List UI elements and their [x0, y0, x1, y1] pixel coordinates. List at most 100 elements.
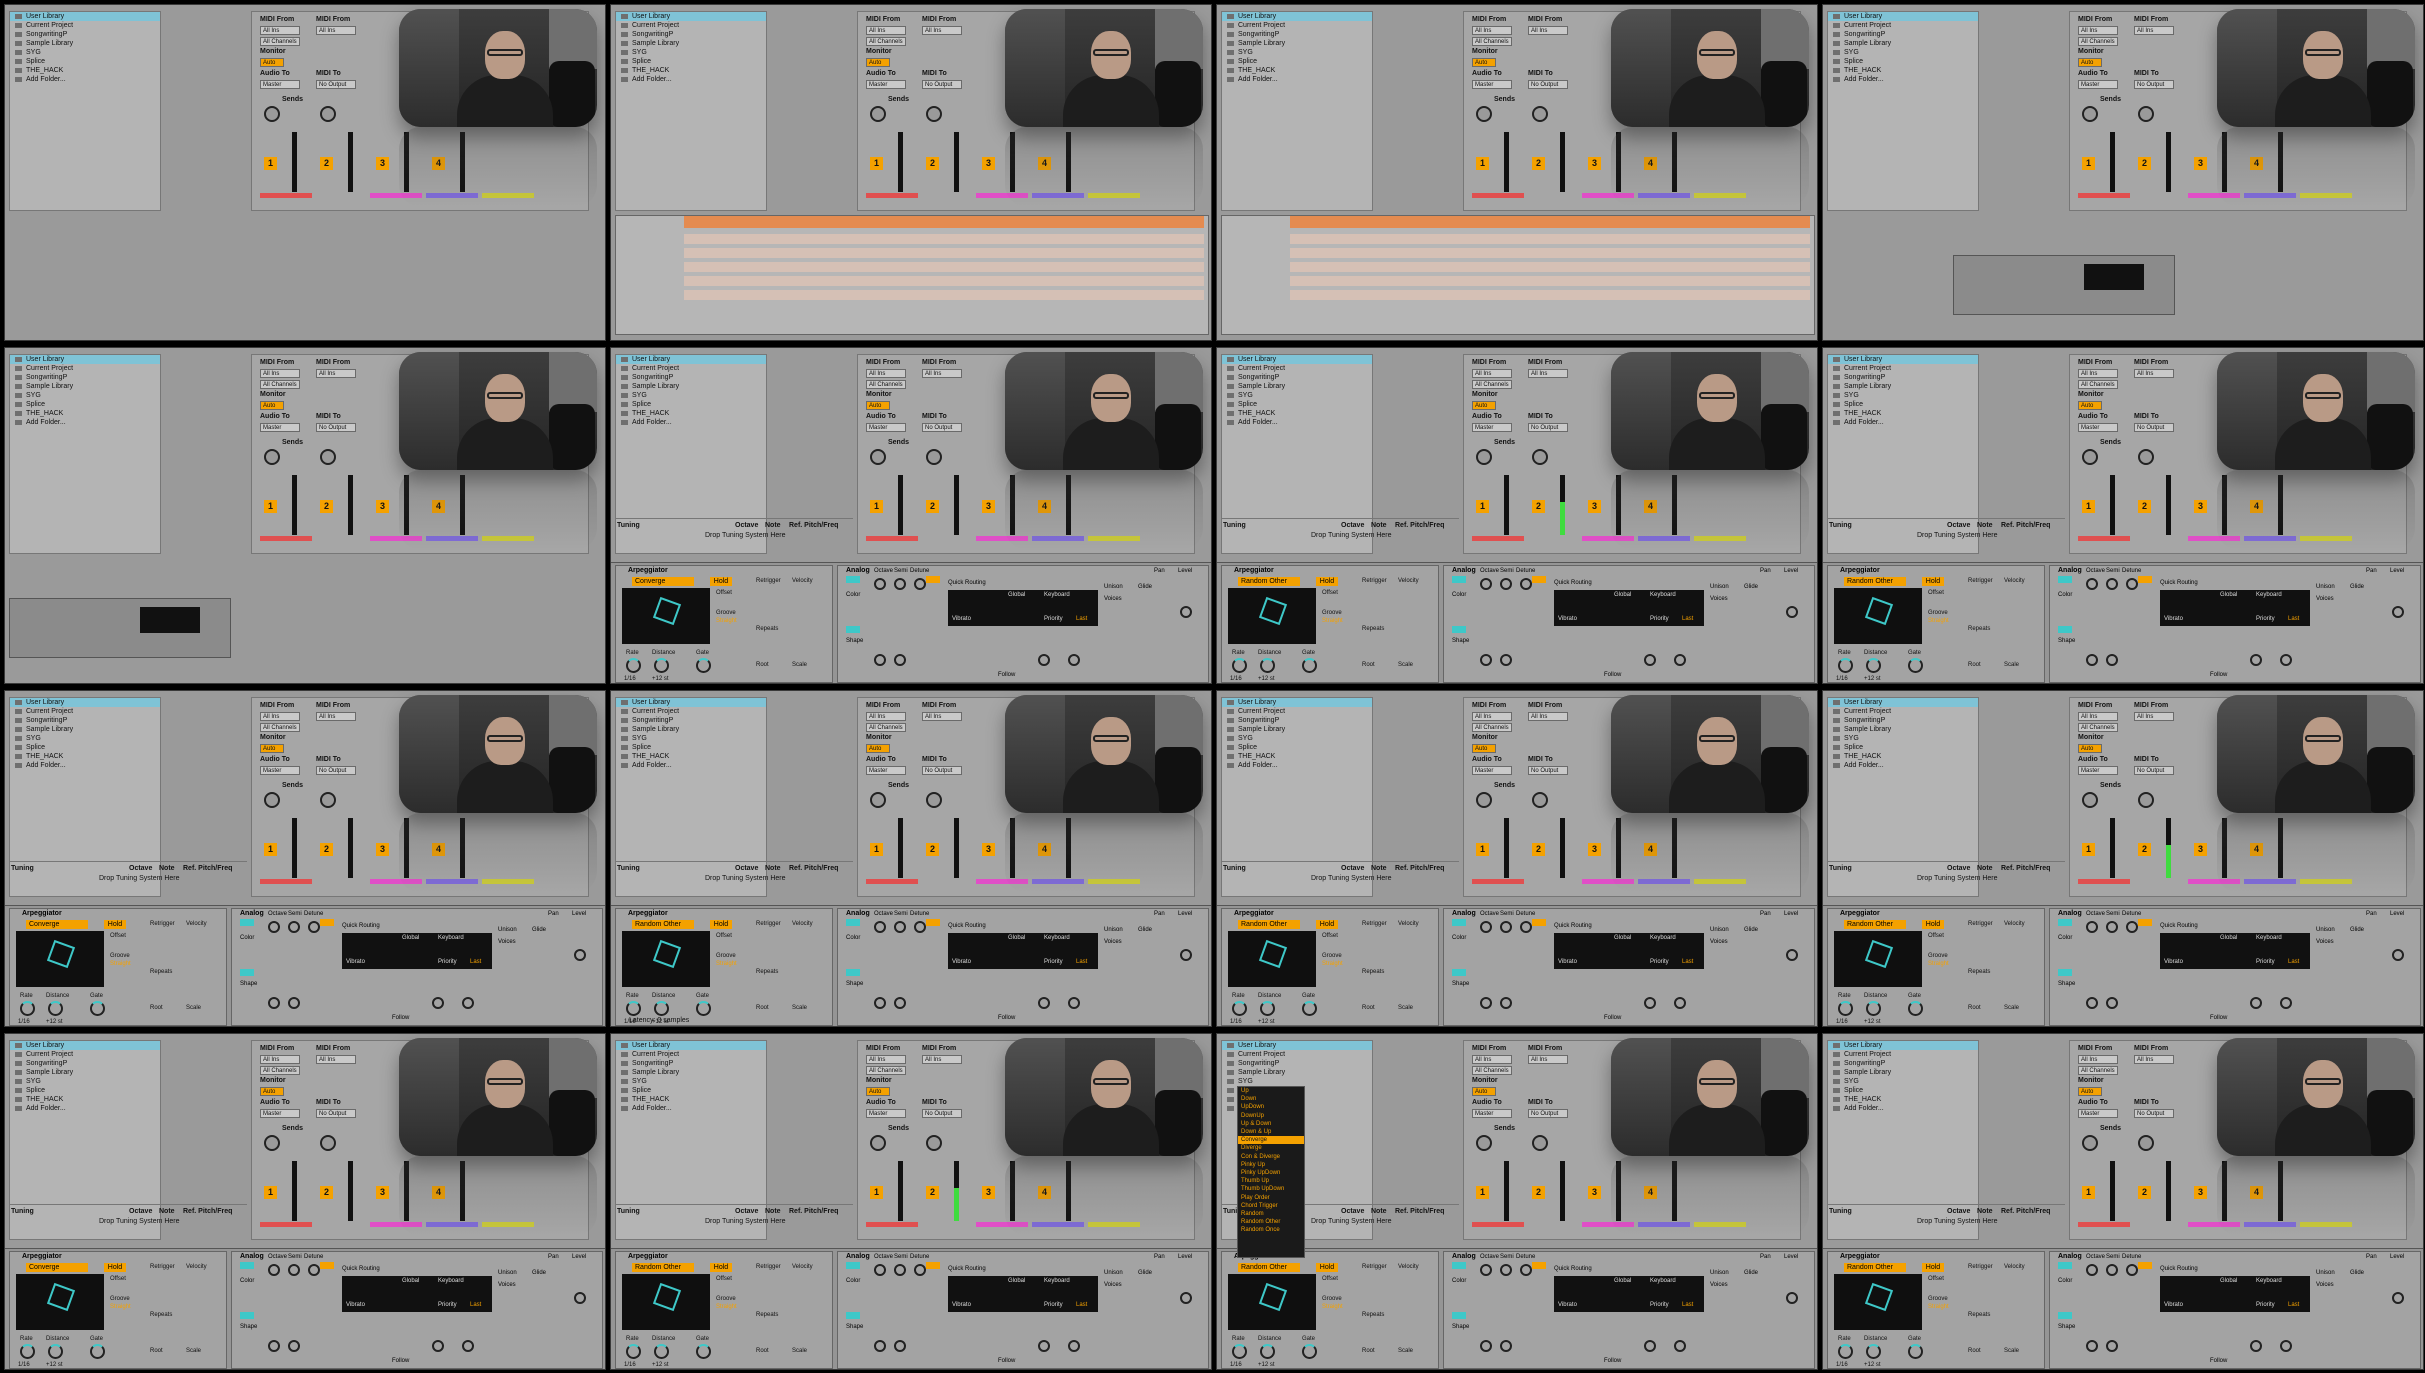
midi-from-select-2[interactable]: All Ins: [316, 712, 356, 721]
analog-filter-button[interactable]: [320, 1262, 334, 1269]
analog-reso-knob[interactable]: [2106, 997, 2118, 1009]
browser-item[interactable]: Splice: [1828, 57, 1978, 66]
track-activator-2[interactable]: 2: [2138, 500, 2151, 513]
send-knob[interactable]: [2082, 449, 2098, 465]
analog-filter-knob[interactable]: [874, 654, 886, 666]
midi-channel-select[interactable]: All Channels: [866, 723, 906, 732]
arp-style-option[interactable]: Play Order: [1238, 1194, 1304, 1202]
analog-osc1-button[interactable]: [846, 576, 860, 583]
analog-semi-knob[interactable]: [2106, 921, 2118, 933]
browser-item[interactable]: User Library: [1828, 355, 1978, 364]
analog-octave-knob[interactable]: [874, 578, 886, 590]
analog-attack-knob[interactable]: [1644, 1340, 1656, 1352]
send-knob[interactable]: [1476, 1135, 1492, 1151]
browser-item[interactable]: User Library: [10, 698, 160, 707]
browser-item[interactable]: Add Folder...: [616, 1104, 766, 1113]
browser-item[interactable]: THE_HACK: [10, 1095, 160, 1104]
analog-reso-knob[interactable]: [894, 1340, 906, 1352]
analog-detune-knob[interactable]: [308, 1264, 320, 1276]
midi-from-select-2[interactable]: All Ins: [316, 369, 356, 378]
browser-item[interactable]: THE_HACK: [616, 409, 766, 418]
track-activator-2[interactable]: 2: [2138, 157, 2151, 170]
audio-to-select[interactable]: Master: [866, 1109, 906, 1118]
analog-semi-knob[interactable]: [288, 1264, 300, 1276]
arp-gate-knob[interactable]: [696, 1344, 711, 1359]
analog-octave-knob[interactable]: [1480, 578, 1492, 590]
midi-from-select[interactable]: All Ins: [866, 712, 906, 721]
browser-item[interactable]: THE_HACK: [1222, 66, 1372, 75]
browser-item[interactable]: THE_HACK: [1828, 409, 1978, 418]
midi-channel-select[interactable]: All Channels: [2078, 380, 2118, 389]
browser-item[interactable]: Sample Library: [1222, 1068, 1372, 1077]
browser-item[interactable]: Splice: [10, 400, 160, 409]
send-knob-2[interactable]: [926, 792, 942, 808]
browser-item[interactable]: SongwritingP: [10, 716, 160, 725]
send-knob[interactable]: [2082, 792, 2098, 808]
midi-from-select-2[interactable]: All Ins: [316, 26, 356, 35]
analog-osc2-button[interactable]: [1452, 969, 1466, 976]
arp-style-select[interactable]: Random Other: [632, 920, 694, 929]
browser-item[interactable]: Current Project: [616, 364, 766, 373]
arp-rate-knob[interactable]: [20, 1001, 35, 1016]
track-activator-3[interactable]: 3: [982, 157, 995, 170]
arp-groove-value[interactable]: Straight: [1928, 1304, 1949, 1310]
browser-item[interactable]: Add Folder...: [1828, 761, 1978, 770]
send-knob-2[interactable]: [320, 792, 336, 808]
send-knob[interactable]: [2082, 106, 2098, 122]
browser-item[interactable]: THE_HACK: [10, 752, 160, 761]
browser-item[interactable]: SYG: [1828, 734, 1978, 743]
analog-priority-value[interactable]: Last: [2288, 616, 2299, 622]
track-activator-1[interactable]: 1: [2082, 157, 2095, 170]
track-activator-3[interactable]: 3: [376, 500, 389, 513]
browser-item[interactable]: SYG: [616, 734, 766, 743]
analog-attack-knob[interactable]: [2250, 997, 2262, 1009]
track-activator-1[interactable]: 1: [264, 500, 277, 513]
analog-level-knob[interactable]: [1786, 606, 1798, 618]
browser-item[interactable]: Sample Library: [1222, 382, 1372, 391]
browser-item[interactable]: Add Folder...: [1828, 1104, 1978, 1113]
arp-rate-knob[interactable]: [626, 658, 641, 673]
track-activator-3[interactable]: 3: [1588, 157, 1601, 170]
browser-item[interactable]: User Library: [616, 1041, 766, 1050]
arp-distance-knob[interactable]: [1866, 1344, 1881, 1359]
analog-detune-knob[interactable]: [1520, 578, 1532, 590]
analog-semi-knob[interactable]: [288, 921, 300, 933]
send-knob[interactable]: [264, 792, 280, 808]
midi-to-select[interactable]: No Output: [316, 80, 356, 89]
midi-channel-select[interactable]: All Channels: [1472, 37, 1512, 46]
analog-osc2-button[interactable]: [2058, 626, 2072, 633]
browser-item[interactable]: User Library: [1222, 355, 1372, 364]
browser-item[interactable]: Sample Library: [616, 382, 766, 391]
audio-to-select[interactable]: Master: [866, 766, 906, 775]
browser-item[interactable]: SYG: [10, 48, 160, 57]
analog-decay-knob[interactable]: [462, 997, 474, 1009]
midi-to-select[interactable]: No Output: [922, 1109, 962, 1118]
browser-item[interactable]: Current Project: [10, 707, 160, 716]
browser-item[interactable]: THE_HACK: [1828, 66, 1978, 75]
track-activator-3[interactable]: 3: [982, 500, 995, 513]
browser-item[interactable]: Add Folder...: [1828, 418, 1978, 427]
analog-osc2-button[interactable]: [846, 626, 860, 633]
analog-attack-knob[interactable]: [1038, 1340, 1050, 1352]
midi-from-select-2[interactable]: All Ins: [2134, 369, 2174, 378]
browser-item[interactable]: Current Project: [10, 21, 160, 30]
arp-distance-knob[interactable]: [1866, 658, 1881, 673]
analog-filter-knob[interactable]: [874, 997, 886, 1009]
browser-item[interactable]: Add Folder...: [1222, 75, 1372, 84]
track-activator-3[interactable]: 3: [1588, 843, 1601, 856]
arp-distance-knob[interactable]: [1260, 1001, 1275, 1016]
analog-level-knob[interactable]: [2392, 1292, 2404, 1304]
analog-osc2-button[interactable]: [846, 1312, 860, 1319]
browser-item[interactable]: THE_HACK: [1222, 409, 1372, 418]
browser-item[interactable]: Add Folder...: [10, 761, 160, 770]
analog-reso-knob[interactable]: [288, 1340, 300, 1352]
midi-channel-select[interactable]: All Channels: [260, 380, 300, 389]
analog-decay-knob[interactable]: [2280, 997, 2292, 1009]
browser-item[interactable]: Add Folder...: [10, 418, 160, 427]
analog-priority-value[interactable]: Last: [1682, 959, 1693, 965]
monitor-auto-button[interactable]: Auto: [866, 401, 890, 410]
browser-item[interactable]: Current Project: [616, 1050, 766, 1059]
browser-item[interactable]: Add Folder...: [1828, 75, 1978, 84]
arrangement-view[interactable]: [1221, 215, 1815, 335]
send-knob-2[interactable]: [2138, 792, 2154, 808]
